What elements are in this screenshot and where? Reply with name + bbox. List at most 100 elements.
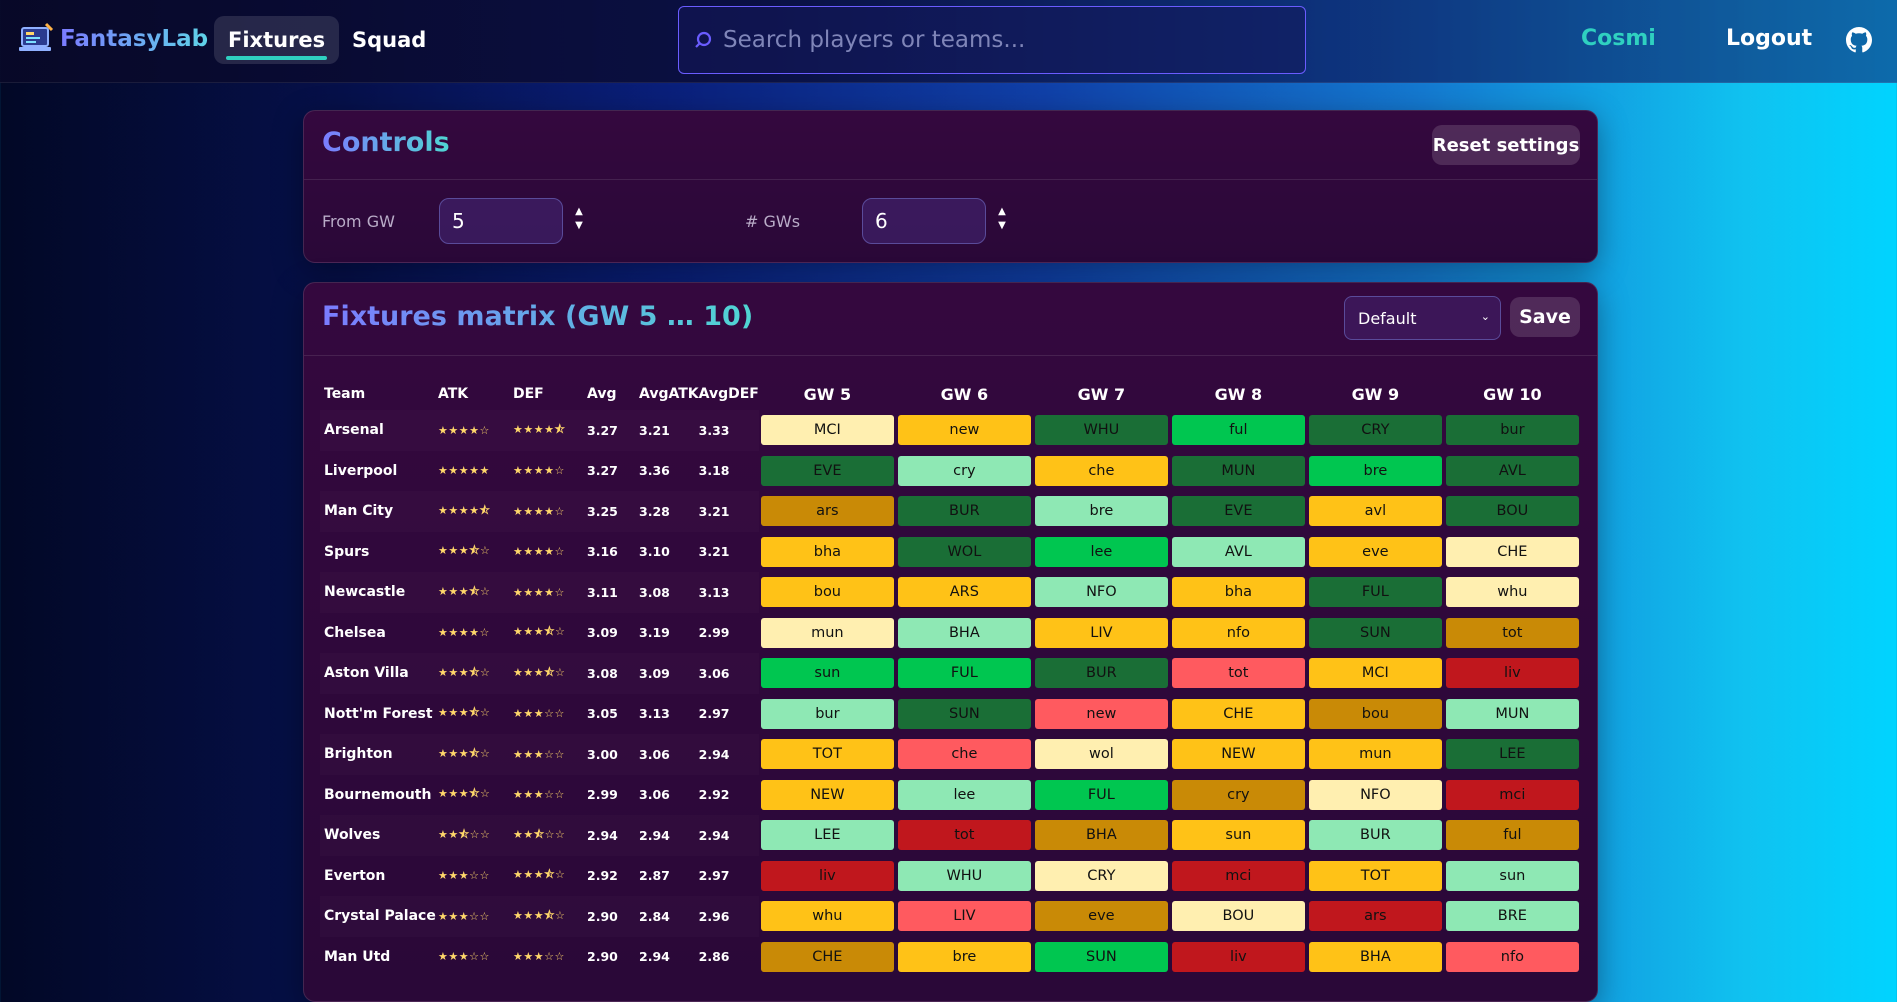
fixture-chip[interactable]: NFO xyxy=(1034,577,1168,608)
fixture-chip[interactable]: cry xyxy=(1171,779,1305,810)
column-header-avgdef[interactable]: AvgDEF xyxy=(699,378,759,410)
fixture-chip[interactable]: EVE xyxy=(1171,496,1305,527)
fixture-chip[interactable]: NEW xyxy=(1171,739,1305,770)
fixture-chip[interactable]: cry xyxy=(897,455,1031,486)
column-header-atk[interactable]: ATK xyxy=(438,378,513,410)
user-name-link[interactable]: Cosmi xyxy=(1581,26,1656,51)
column-header-gw8[interactable]: GW 8 xyxy=(1170,378,1307,410)
github-icon[interactable] xyxy=(1846,27,1872,53)
fixture-chip[interactable]: che xyxy=(1034,455,1168,486)
fixture-chip[interactable]: MCI xyxy=(1308,658,1442,689)
fixture-chip[interactable]: nfo xyxy=(1445,941,1579,972)
fixture-chip[interactable]: FUL xyxy=(897,658,1031,689)
fixture-chip[interactable]: WHU xyxy=(1034,415,1168,446)
column-header-gw10[interactable]: GW 10 xyxy=(1444,378,1581,410)
fixture-chip[interactable]: ful xyxy=(1445,820,1579,851)
fixture-chip[interactable]: MCI xyxy=(760,415,894,446)
fixture-chip[interactable]: liv xyxy=(1445,658,1579,689)
app-logo[interactable]: FantasyLab xyxy=(18,20,208,58)
fixture-chip[interactable]: CHE xyxy=(760,941,894,972)
fixture-chip[interactable]: NFO xyxy=(1308,779,1442,810)
fixture-chip[interactable]: bre xyxy=(1034,496,1168,527)
fixture-chip[interactable]: tot xyxy=(897,820,1031,851)
fixture-chip[interactable]: wol xyxy=(1034,739,1168,770)
preset-select[interactable]: Default ⌄ xyxy=(1344,296,1501,340)
fixture-chip[interactable]: WOL xyxy=(897,536,1031,567)
fixture-chip[interactable]: WHU xyxy=(897,860,1031,891)
logout-button[interactable]: Logout xyxy=(1726,26,1812,51)
column-header-gw9[interactable]: GW 9 xyxy=(1307,378,1444,410)
fixture-chip[interactable]: MUN xyxy=(1171,455,1305,486)
from-gw-input[interactable]: 5 xyxy=(439,198,563,244)
from-gw-stepper[interactable]: ▲ ▼ xyxy=(572,205,586,235)
fixture-chip[interactable]: bha xyxy=(760,536,894,567)
fixture-chip[interactable]: bou xyxy=(760,577,894,608)
column-header-avgatk[interactable]: AvgATK xyxy=(639,378,699,410)
fixture-chip[interactable]: TOT xyxy=(760,739,894,770)
fixture-chip[interactable]: CRY xyxy=(1034,860,1168,891)
fixture-chip[interactable]: MUN xyxy=(1445,698,1579,729)
column-header-def[interactable]: DEF xyxy=(513,378,587,410)
fixture-chip[interactable]: bur xyxy=(1445,415,1579,446)
column-header-gw7[interactable]: GW 7 xyxy=(1033,378,1170,410)
fixture-chip[interactable]: bou xyxy=(1308,698,1442,729)
fixture-chip[interactable]: CRY xyxy=(1308,415,1442,446)
fixture-chip[interactable]: FUL xyxy=(1308,577,1442,608)
fixture-chip[interactable]: BOU xyxy=(1171,901,1305,932)
fixture-chip[interactable]: SUN xyxy=(1034,941,1168,972)
fixture-chip[interactable]: ars xyxy=(1308,901,1442,932)
column-header-gw6[interactable]: GW 6 xyxy=(896,378,1033,410)
fixture-chip[interactable]: liv xyxy=(1171,941,1305,972)
fixture-chip[interactable]: bre xyxy=(897,941,1031,972)
fixture-chip[interactable]: mun xyxy=(1308,739,1442,770)
fixture-chip[interactable]: SUN xyxy=(897,698,1031,729)
fixture-chip[interactable]: ARS xyxy=(897,577,1031,608)
fixture-chip[interactable]: bha xyxy=(1171,577,1305,608)
fixture-chip[interactable]: mci xyxy=(1171,860,1305,891)
fixture-chip[interactable]: whu xyxy=(1445,577,1579,608)
fixture-chip[interactable]: mci xyxy=(1445,779,1579,810)
num-gws-input[interactable]: 6 xyxy=(862,198,986,244)
column-header-gw5[interactable]: GW 5 xyxy=(759,378,896,410)
fixture-chip[interactable]: NEW xyxy=(760,779,894,810)
fixture-chip[interactable]: LIV xyxy=(897,901,1031,932)
fixture-chip[interactable]: BHA xyxy=(1308,941,1442,972)
fixture-chip[interactable]: BUR xyxy=(1034,658,1168,689)
reset-settings-button[interactable]: Reset settings xyxy=(1432,125,1580,165)
fixture-chip[interactable]: sun xyxy=(760,658,894,689)
fixture-chip[interactable]: FUL xyxy=(1034,779,1168,810)
fixture-chip[interactable]: whu xyxy=(760,901,894,932)
fixture-chip[interactable]: AVL xyxy=(1171,536,1305,567)
fixture-chip[interactable]: LIV xyxy=(1034,617,1168,648)
save-button[interactable]: Save xyxy=(1510,297,1580,337)
fixture-chip[interactable]: mun xyxy=(760,617,894,648)
fixture-chip[interactable]: CHE xyxy=(1445,536,1579,567)
fixture-chip[interactable]: AVL xyxy=(1445,455,1579,486)
fixture-chip[interactable]: new xyxy=(1034,698,1168,729)
fixture-chip[interactable]: new xyxy=(897,415,1031,446)
fixture-chip[interactable]: SUN xyxy=(1308,617,1442,648)
fixture-chip[interactable]: BUR xyxy=(1308,820,1442,851)
fixture-chip[interactable]: ars xyxy=(760,496,894,527)
fixture-chip[interactable]: lee xyxy=(897,779,1031,810)
column-header-avg[interactable]: Avg xyxy=(587,378,639,410)
fixture-chip[interactable]: LEE xyxy=(760,820,894,851)
tab-fixtures[interactable]: Fixtures xyxy=(214,16,340,64)
fixture-chip[interactable]: bre xyxy=(1308,455,1442,486)
fixture-chip[interactable]: avl xyxy=(1308,496,1442,527)
fixture-chip[interactable]: liv xyxy=(760,860,894,891)
fixture-chip[interactable]: sun xyxy=(1445,860,1579,891)
fixture-chip[interactable]: tot xyxy=(1445,617,1579,648)
fixture-chip[interactable]: nfo xyxy=(1171,617,1305,648)
fixture-chip[interactable]: eve xyxy=(1034,901,1168,932)
fixture-chip[interactable]: BRE xyxy=(1445,901,1579,932)
fixture-chip[interactable]: sun xyxy=(1171,820,1305,851)
fixture-chip[interactable]: BUR xyxy=(897,496,1031,527)
fixture-chip[interactable]: eve xyxy=(1308,536,1442,567)
fixture-chip[interactable]: BOU xyxy=(1445,496,1579,527)
fixture-chip[interactable]: CHE xyxy=(1171,698,1305,729)
fixture-chip[interactable]: EVE xyxy=(760,455,894,486)
fixture-chip[interactable]: BHA xyxy=(897,617,1031,648)
fixture-chip[interactable]: BHA xyxy=(1034,820,1168,851)
fixture-chip[interactable]: TOT xyxy=(1308,860,1442,891)
